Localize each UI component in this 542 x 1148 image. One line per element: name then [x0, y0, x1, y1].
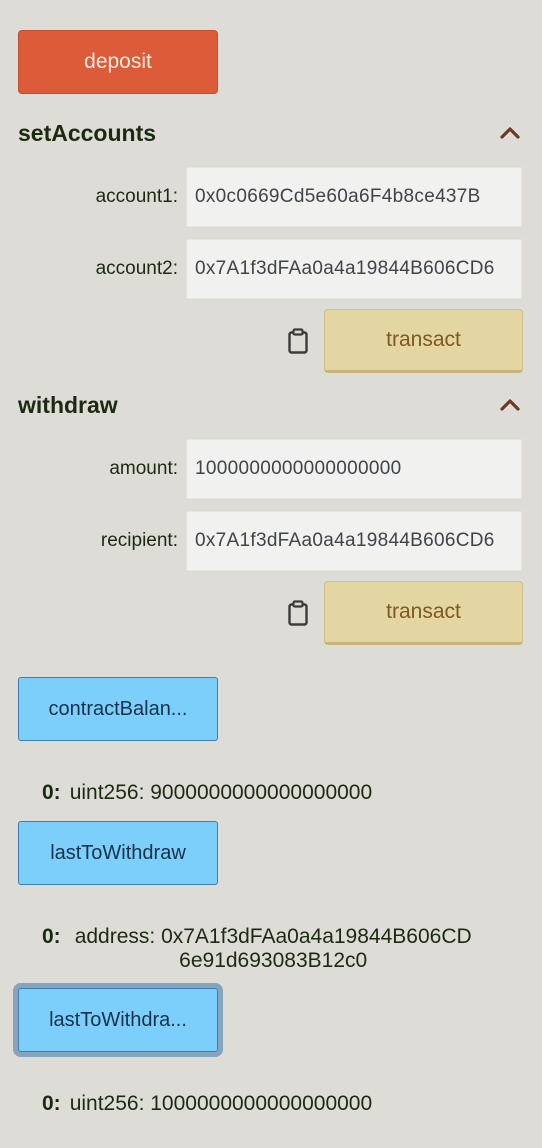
arg-label-amount: amount:	[109, 458, 178, 479]
deposit-button[interactable]: deposit	[18, 30, 218, 94]
clipboard-icon[interactable]	[283, 596, 313, 630]
result-value: uint256: 9000000000000000000	[69, 781, 373, 804]
chevron-up-icon[interactable]	[496, 390, 524, 418]
result-index: 0:	[42, 925, 61, 948]
withdraw-title: withdraw	[18, 392, 118, 418]
call-button-label: lastToWithdraw	[50, 841, 186, 864]
set-accounts-title: setAccounts	[18, 120, 157, 146]
arg-label-account1: account1:	[95, 186, 178, 207]
transact-label: transact	[386, 328, 461, 351]
last-to-withdraw-result: 0: address: 0x7A1f3dFAa0a4a19844B606CD 6…	[42, 925, 472, 973]
recipient-input[interactable]	[186, 511, 522, 571]
account2-input[interactable]	[186, 239, 522, 299]
result-index: 0:	[42, 781, 61, 804]
account1-input[interactable]	[186, 167, 522, 227]
arg-label-recipient: recipient:	[100, 530, 178, 551]
result-value-line-2: 6e91d693083B12c0	[179, 949, 368, 972]
last-to-withdraw-amount-button[interactable]: lastToWithdra...	[18, 988, 218, 1052]
last-to-withdraw-button[interactable]: lastToWithdraw	[18, 821, 218, 885]
arg-label-account2: account2:	[95, 258, 178, 279]
amount-input[interactable]	[186, 439, 522, 499]
transact-label: transact	[386, 600, 461, 623]
set-accounts-transact-button[interactable]: transact	[324, 309, 523, 373]
call-button-label: contractBalan...	[48, 697, 188, 720]
result-value: address: 0x7A1f3dFAa0a4a19844B606CD 6e91…	[75, 925, 472, 973]
call-button-label: lastToWithdra...	[49, 1008, 187, 1031]
last-to-withdraw-amount-result: 0: uint256: 1000000000000000000	[42, 1092, 372, 1116]
clipboard-icon[interactable]	[283, 324, 313, 358]
contract-balance-result: 0: uint256: 9000000000000000000	[42, 781, 372, 805]
result-value-line-1: address: 0x7A1f3dFAa0a4a19844B606CD	[74, 925, 472, 948]
chevron-up-icon[interactable]	[496, 118, 524, 146]
result-value: uint256: 1000000000000000000	[69, 1092, 373, 1115]
contract-balance-button[interactable]: contractBalan...	[18, 677, 218, 741]
result-index: 0:	[42, 1092, 61, 1115]
withdraw-transact-button[interactable]: transact	[324, 581, 523, 645]
deposit-button-label: deposit	[84, 50, 152, 73]
